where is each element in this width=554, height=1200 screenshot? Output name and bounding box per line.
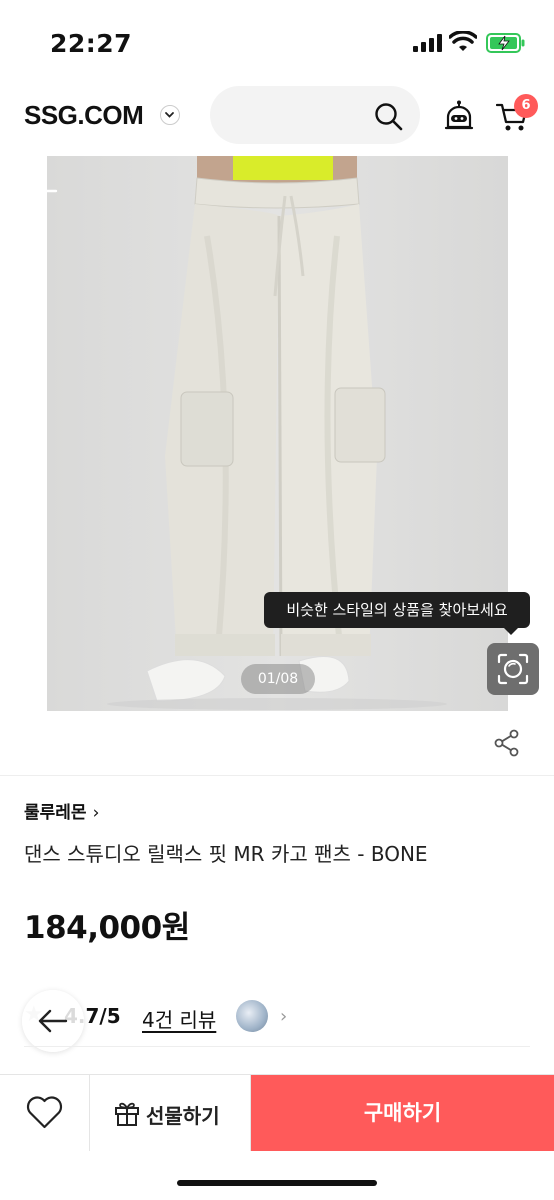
home-indicator xyxy=(177,1180,377,1186)
app-header: SSG.COM 6 xyxy=(0,86,554,156)
heart-icon xyxy=(26,1096,63,1129)
bottom-action-bar: 선물하기 구매하기 xyxy=(0,1074,554,1151)
product-title: 댄스 스튜디오 릴랙스 핏 MR 카고 팬츠 - BONE xyxy=(24,842,428,866)
lens-search-icon xyxy=(497,653,529,685)
search-icon[interactable] xyxy=(374,102,404,132)
product-page: 22:27 SSG.COM 6 비슷한 스타일의 상품을 찾아보세요 01/08… xyxy=(0,0,554,1200)
back-arrow-icon[interactable] xyxy=(24,176,58,206)
share-row xyxy=(0,711,554,776)
review-thumbnail[interactable] xyxy=(236,1000,268,1032)
status-bar: 22:27 xyxy=(0,0,554,88)
logo-dropdown-button[interactable] xyxy=(160,105,180,125)
wishlist-button[interactable] xyxy=(0,1075,90,1151)
image-search-button[interactable] xyxy=(487,643,539,695)
cart-count-badge: 6 xyxy=(514,94,538,118)
divider xyxy=(24,1046,530,1047)
chevron-down-icon xyxy=(165,112,174,118)
rating-row[interactable]: ★ 4.7/5 4건 리뷰 › xyxy=(24,1000,530,1040)
review-count-link[interactable]: 4건 리뷰 xyxy=(142,1004,216,1033)
image-pager: 01/08 xyxy=(241,664,315,694)
chevron-right-icon: › xyxy=(280,1006,288,1027)
back-arrow-icon xyxy=(38,1009,68,1033)
brand-name: 룰루레몬 xyxy=(24,803,87,823)
battery-icon xyxy=(486,33,525,53)
gift-icon xyxy=(115,1102,139,1126)
wifi-icon xyxy=(449,31,477,51)
signal-icon xyxy=(413,34,442,52)
ssg-logo[interactable]: SSG.COM xyxy=(24,100,144,131)
gift-button[interactable]: 선물하기 xyxy=(90,1075,251,1151)
share-icon[interactable] xyxy=(494,729,520,757)
floating-back-button[interactable] xyxy=(22,990,84,1052)
buy-button[interactable]: 구매하기 xyxy=(251,1075,554,1151)
chevron-right-icon: › xyxy=(92,803,100,823)
gift-label: 선물하기 xyxy=(146,1104,220,1128)
product-image-gallery[interactable]: 비슷한 스타일의 상품을 찾아보세요 01/08 xyxy=(0,156,554,711)
brand-link[interactable]: 룰루레몬 › xyxy=(24,798,99,823)
product-price: 184,000원 xyxy=(24,910,190,946)
similar-style-tooltip: 비슷한 스타일의 상품을 찾아보세요 xyxy=(264,592,530,635)
status-time: 22:27 xyxy=(50,29,133,58)
chatbot-icon[interactable] xyxy=(444,100,474,132)
